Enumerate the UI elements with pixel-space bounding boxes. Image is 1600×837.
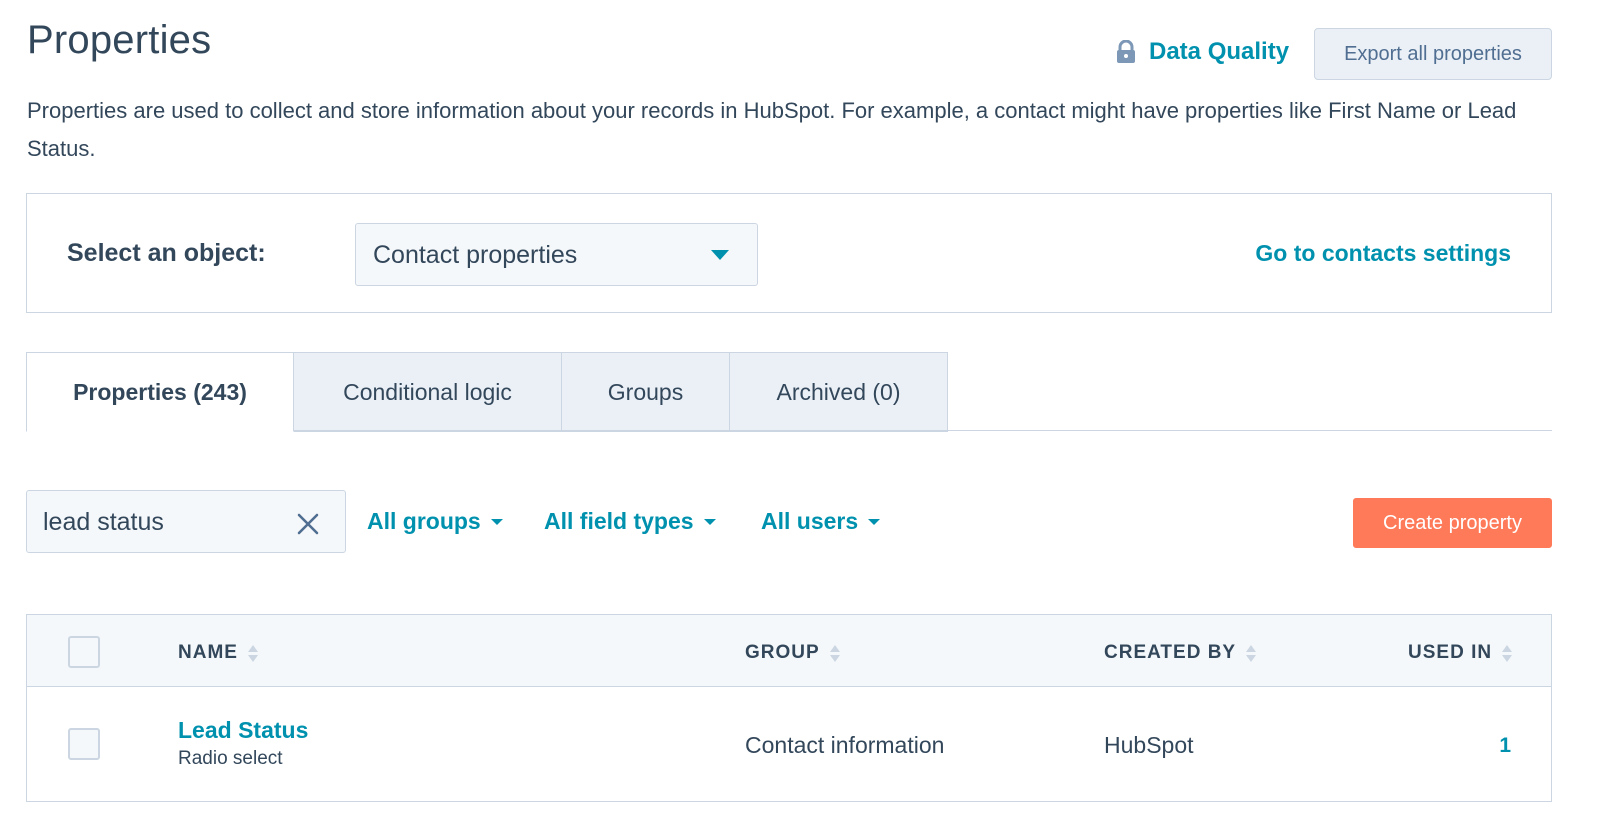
all-users-label: All users [761,508,859,534]
column-label-name: NAME [178,642,238,663]
page-description: Properties are used to collect and store… [27,98,1517,161]
column-header-used-in[interactable]: USED IN [1408,642,1513,664]
table-row: Lead Status Radio select Contact informa… [27,687,1551,801]
sort-icon [829,644,840,662]
lock-icon [1117,40,1135,63]
property-created-by: HubSpot [1104,732,1194,758]
properties-tabs: Properties (243) Conditional logic Group… [26,352,948,432]
all-groups-filter[interactable]: All groups [367,508,503,535]
column-label-created-by: CREATED BY [1104,642,1237,663]
column-header-group[interactable]: GROUP [745,642,840,664]
search-input[interactable] [43,505,293,539]
property-name-link[interactable]: Lead Status [178,717,308,744]
data-quality-link[interactable]: Data Quality [1115,38,1289,66]
all-field-types-filter[interactable]: All field types [544,508,716,535]
property-group: Contact information [745,732,945,758]
caret-down-icon [711,250,729,260]
select-all-checkbox[interactable] [68,636,100,668]
page-title: Properties [27,18,212,62]
column-label-group: GROUP [745,642,820,663]
row-checkbox[interactable] [68,728,100,760]
search-field [26,490,346,553]
tab-archived[interactable]: Archived (0) [729,352,948,432]
chevron-down-icon [868,518,881,525]
property-used-in-link[interactable]: 1 [1499,734,1511,758]
all-groups-label: All groups [367,508,481,534]
object-select-value: Contact properties [373,241,578,269]
property-field-type: Radio select [178,748,283,769]
sort-icon [1502,644,1513,662]
create-property-button[interactable]: Create property [1353,498,1552,548]
all-field-types-label: All field types [544,508,694,534]
column-label-used-in: USED IN [1408,642,1493,663]
table-header: NAME GROUP CREATED BY USED IN [27,615,1551,687]
properties-table: NAME GROUP CREATED BY USED IN Lead Statu… [26,614,1552,802]
tab-properties[interactable]: Properties (243) [26,352,294,432]
object-selector-panel: Select an object: Contact properties Go … [26,193,1552,313]
all-users-filter[interactable]: All users [761,508,881,535]
object-selector-label: Select an object: [67,239,266,267]
chevron-down-icon [490,518,503,525]
column-header-created-by[interactable]: CREATED BY [1104,642,1257,664]
property-name-cell: Lead Status Radio select [178,717,308,770]
tab-groups[interactable]: Groups [561,352,730,432]
object-select-dropdown[interactable]: Contact properties [355,223,758,286]
column-header-name[interactable]: NAME [178,642,258,664]
chevron-down-icon [703,518,716,525]
sort-icon [1246,644,1257,662]
sort-icon [247,644,258,662]
data-quality-label: Data Quality [1149,38,1290,65]
go-to-contacts-settings-link[interactable]: Go to contacts settings [1255,240,1511,267]
export-all-properties-button[interactable]: Export all properties [1314,28,1552,80]
close-icon[interactable] [297,513,319,535]
tab-conditional-logic[interactable]: Conditional logic [293,352,562,432]
